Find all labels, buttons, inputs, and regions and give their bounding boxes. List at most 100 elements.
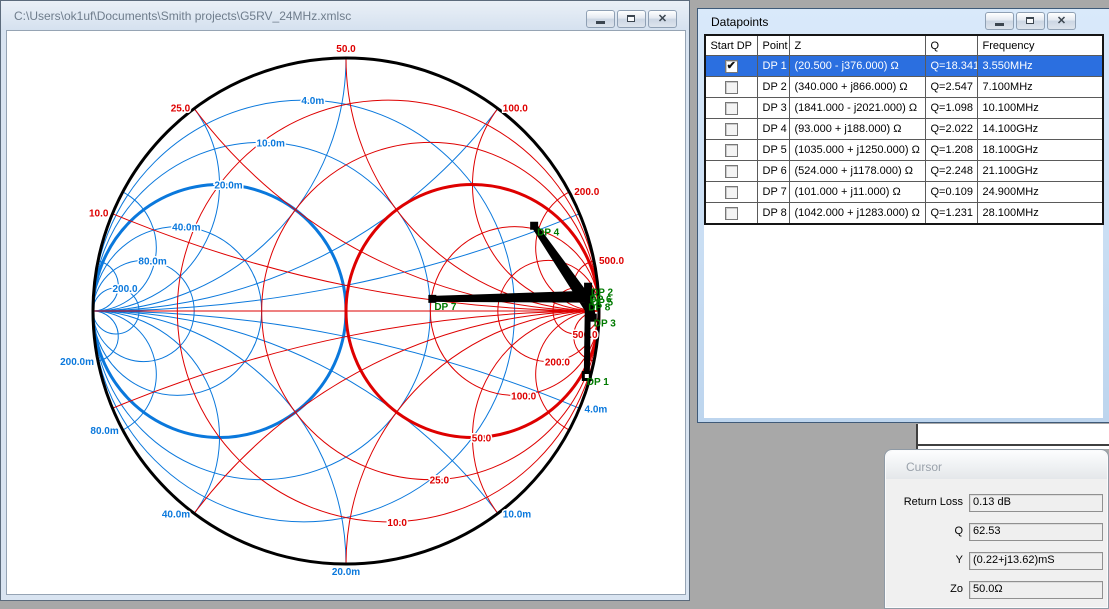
cell-point: DP 2	[757, 77, 789, 98]
close-button[interactable]: ✕	[648, 10, 677, 28]
susceptance-label-40ms: 40.0m	[162, 509, 190, 520]
close-icon: ✕	[649, 12, 676, 25]
table-row[interactable]: DP 7(101.000 + j11.000) ΩQ=0.10924.900MH…	[705, 182, 1103, 203]
close-icon: ✕	[1048, 14, 1075, 27]
cell-frequency: 14.100GHz	[977, 119, 1103, 140]
cell-z: (93.000 + j188.000) Ω	[789, 119, 925, 140]
datapoint-label-dp-4: DP 4	[537, 228, 559, 239]
cell-point: DP 4	[757, 119, 789, 140]
cursor-window-titlebar[interactable]: Cursor	[886, 451, 1107, 479]
susceptance-label-200ms: 200.0m	[60, 357, 94, 368]
reactance-arc-+100ohm	[473, 109, 600, 311]
background-window-edge	[918, 444, 1109, 446]
reactance-label-25: 25.0	[171, 104, 191, 115]
cell-q: Q=0.109	[925, 182, 977, 203]
cell-q: Q=1.231	[925, 203, 977, 225]
reactance-label-200: 200.0	[574, 187, 599, 198]
main-window-titlebar[interactable]: C:\Users\ok1uf\Documents\Smith projects\…	[1, 1, 689, 30]
start-dp-checkbox[interactable]: ✔	[725, 60, 738, 73]
conductance-label-40ms: 40.0m	[172, 223, 200, 234]
cell-point: DP 6	[757, 161, 789, 182]
susceptance-label-80ms: 80.0m	[90, 426, 118, 437]
start-dp-checkbox[interactable]	[725, 123, 738, 136]
table-row[interactable]: DP 5(1035.000 + j1250.000) ΩQ=1.20818.10…	[705, 140, 1103, 161]
q-value: 62.53	[969, 523, 1103, 541]
table-row[interactable]: DP 8(1042.000 + j1283.000) ΩQ=1.23128.10…	[705, 203, 1103, 225]
datapoint-label-dp-7: DP 7	[434, 302, 456, 313]
q-row: Q 62.53	[891, 523, 1103, 541]
susceptance-label-4ms: 4.0m	[585, 404, 608, 415]
cell-point: DP 1	[757, 56, 789, 77]
reactance-label-500: 500.0	[599, 256, 624, 267]
minimize-button[interactable]	[586, 10, 615, 28]
cursor-window: Cursor Return Loss0.13 dB Q62.53 Y(0.22+…	[884, 449, 1109, 609]
datapoints-client: Start DPPointZQFrequency✔DP 1(20.500 - j…	[704, 34, 1103, 418]
conductance-label-20ms: 20.0m	[214, 181, 242, 192]
table-row[interactable]: ✔DP 1(20.500 - j376.000) ΩQ=18.3413.550M…	[705, 56, 1103, 77]
susceptance-arc-+40ms	[93, 311, 220, 513]
table-row[interactable]: DP 6(524.000 + j1178.000) ΩQ=2.24821.100…	[705, 161, 1103, 182]
start-dp-checkbox[interactable]	[725, 102, 738, 115]
susceptance-label-20ms: 20.0m	[332, 567, 360, 578]
background-window	[916, 424, 1109, 449]
return-loss-value: 0.13 dB	[969, 494, 1103, 512]
zo-label: Zo	[891, 581, 963, 595]
cell-q: Q=1.098	[925, 98, 977, 119]
maximize-button[interactable]	[1016, 12, 1045, 30]
cell-frequency: 3.550MHz	[977, 56, 1103, 77]
start-dp-checkbox[interactable]	[725, 207, 738, 220]
cell-q: Q=18.341	[925, 56, 977, 77]
cell-z: (101.000 + j11.000) Ω	[789, 182, 925, 203]
column-header-start-dp[interactable]: Start DP	[705, 35, 757, 56]
table-row[interactable]: DP 2(340.000 + j866.000) ΩQ=2.5477.100MH…	[705, 77, 1103, 98]
maximize-icon	[627, 15, 635, 22]
table-row[interactable]: DP 3(1841.000 - j2021.000) ΩQ=1.09810.10…	[705, 98, 1103, 119]
smith-chart[interactable]: 10.025.050.0100.0200.0500.010.025.050.01…	[7, 31, 683, 592]
cell-frequency: 28.100MHz	[977, 203, 1103, 225]
start-dp-checkbox[interactable]	[725, 81, 738, 94]
datapoints-window-title: Datapoints	[711, 15, 768, 29]
y-row: Y(0.22+j13.62)mS	[891, 552, 1103, 570]
minimize-icon	[995, 23, 1004, 26]
cell-point: DP 3	[757, 98, 789, 119]
cell-point: DP 5	[757, 140, 789, 161]
cell-frequency: 7.100MHz	[977, 77, 1103, 98]
conductance-label-10ms: 10.0m	[256, 138, 284, 149]
desktop: C:\Users\ok1uf\Documents\Smith projects\…	[0, 0, 1109, 607]
column-header-z[interactable]: Z	[789, 35, 925, 56]
minimize-button[interactable]	[985, 12, 1014, 30]
close-button[interactable]: ✕	[1047, 12, 1076, 30]
resistance-label-100: 100.0	[511, 391, 536, 402]
y-value: (0.22+j13.62)mS	[969, 552, 1103, 570]
cell-q: Q=2.547	[925, 77, 977, 98]
column-header-frequency[interactable]: Frequency	[977, 35, 1103, 56]
start-dp-checkbox[interactable]	[725, 165, 738, 178]
susceptance-arc--40ms	[93, 109, 220, 311]
resistance-label-50: 50.0	[472, 434, 492, 445]
column-header-point[interactable]: Point	[757, 35, 789, 56]
datapoint-label-dp-8: DP 8	[588, 303, 610, 314]
reactance-label-100: 100.0	[503, 104, 528, 115]
zo-value: 50.0Ω	[969, 581, 1103, 599]
q-label: Q	[891, 523, 963, 537]
cell-z: (1035.000 + j1250.000) Ω	[789, 140, 925, 161]
table-row[interactable]: DP 4(93.000 + j188.000) ΩQ=2.02214.100GH…	[705, 119, 1103, 140]
maximize-button[interactable]	[617, 10, 646, 28]
datapoints-window-titlebar[interactable]: Datapoints ✕	[698, 9, 1109, 34]
datapoint-label-dp-3: DP 3	[594, 319, 616, 330]
cell-frequency: 24.900MHz	[977, 182, 1103, 203]
cell-q: Q=1.208	[925, 140, 977, 161]
reactance-arc--100ohm	[473, 311, 600, 513]
column-header-q[interactable]: Q	[925, 35, 977, 56]
impedance-trace	[432, 226, 593, 376]
cell-q: Q=2.022	[925, 119, 977, 140]
reactance-label-10: 10.0	[89, 209, 109, 220]
cell-z: (1042.000 + j1283.000) Ω	[789, 203, 925, 225]
table-header-row: Start DPPointZQFrequency	[705, 35, 1103, 56]
resistance-label-25: 25.0	[430, 476, 450, 487]
smith-chart-area: 10.025.050.0100.0200.0500.010.025.050.01…	[6, 30, 686, 595]
start-dp-checkbox[interactable]	[725, 144, 738, 157]
datapoints-window: Datapoints ✕ Start DPPointZQFrequency ✔ DP…	[697, 8, 1109, 423]
resistance-label-200: 200.0	[545, 358, 570, 369]
start-dp-checkbox[interactable]	[725, 186, 738, 199]
